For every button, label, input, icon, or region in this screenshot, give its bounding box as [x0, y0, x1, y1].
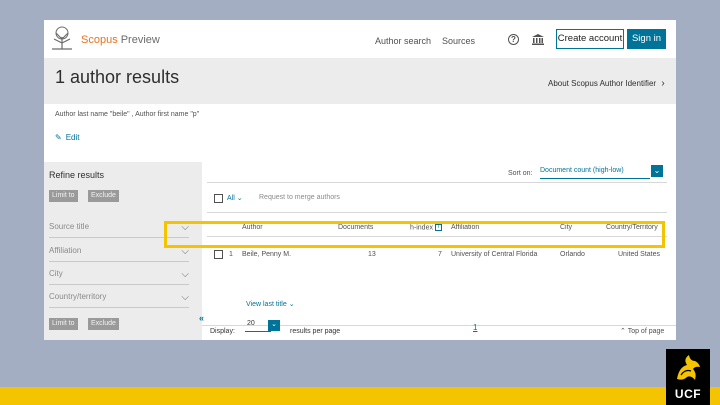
collapse-sidebar-icon[interactable]: «	[199, 313, 204, 323]
divider	[207, 212, 667, 213]
exclude-button-top[interactable]: Exclude	[88, 190, 119, 202]
slide-gold-bar	[0, 387, 720, 405]
edit-search-link[interactable]: ✎ Edit	[55, 133, 80, 142]
sort-dropdown-chevron-icon[interactable]: ⌄	[651, 165, 663, 177]
facet-label: Country/territory	[49, 292, 107, 301]
documents-count: 13	[368, 251, 376, 258]
city-value: Orlando	[560, 251, 585, 258]
edit-label: Edit	[65, 133, 80, 142]
about-link-label: About Scopus Author Identifier	[548, 79, 657, 88]
row-checkbox[interactable]	[214, 250, 223, 259]
h-index-value: 7	[438, 251, 442, 258]
scopus-brand[interactable]: Scopus Preview	[81, 34, 160, 46]
pegasus-icon	[677, 355, 700, 380]
chevron-down-icon: ⌄	[288, 301, 295, 308]
view-last-title-label: View last title	[246, 301, 287, 308]
pencil-icon: ✎	[55, 133, 62, 142]
select-all-dropdown[interactable]: All ⌄	[227, 194, 243, 202]
facet-country[interactable]: Country/territory ⌵	[49, 290, 189, 308]
facet-label: Affiliation	[49, 246, 82, 255]
sign-in-button[interactable]: Sign in	[627, 29, 666, 49]
select-all-checkbox[interactable]	[214, 194, 223, 203]
top-of-page-link[interactable]: ⌃ Top of page	[620, 327, 664, 335]
create-account-button[interactable]: Create account	[556, 29, 624, 49]
chevron-down-icon: ⌵	[181, 269, 189, 280]
request-merge-authors-link[interactable]: Request to merge authors	[259, 194, 340, 201]
author-name-link[interactable]: Beile, Penny M.	[242, 251, 291, 258]
sort-select[interactable]: Document count (high-low)	[540, 167, 650, 179]
results-panel: Sort on: Document count (high-low) ⌄ All…	[202, 162, 676, 340]
facet-city[interactable]: City ⌵	[49, 267, 189, 285]
display-label: Display:	[210, 328, 235, 335]
page-link-1[interactable]: 1	[473, 323, 477, 332]
about-author-identifier-link[interactable]: About Scopus Author Identifier ›	[548, 78, 665, 89]
limit-to-button-top[interactable]: Limit to	[49, 190, 78, 202]
exclude-button-bottom[interactable]: Exclude	[88, 318, 119, 330]
results-per-page-label: results per page	[290, 328, 341, 335]
institution-icon[interactable]	[532, 34, 544, 45]
facet-label: Source title	[49, 222, 90, 231]
scopus-screenshot: Scopus Preview Author search Sources ? Cr…	[44, 20, 676, 340]
chevron-down-icon: ⌵	[181, 292, 189, 303]
help-icon[interactable]: ?	[508, 34, 519, 45]
affiliation-value: University of Central Florida	[451, 251, 538, 258]
brand-suffix: Preview	[120, 34, 160, 46]
nav-author-search[interactable]: Author search	[375, 36, 431, 46]
chevron-right-icon: ›	[661, 78, 665, 89]
results-header: 1 author results About Scopus Author Ide…	[44, 58, 676, 104]
facet-label: City	[49, 269, 63, 278]
country-value: United States	[618, 251, 661, 258]
chevron-down-icon[interactable]: ⌄	[268, 320, 280, 331]
search-query: Author last name "beile" , Author first …	[55, 111, 200, 118]
brand-name: Scopus	[81, 34, 118, 46]
ucf-logo: UCF	[666, 349, 710, 405]
chevron-up-icon: ⌃	[620, 328, 626, 335]
all-label: All	[227, 195, 235, 202]
refine-sidebar: Refine results Limit to Exclude Source t…	[44, 162, 202, 340]
refine-title: Refine results	[49, 170, 105, 180]
view-last-title-link[interactable]: View last title ⌄	[246, 300, 295, 308]
elsevier-tree-icon	[48, 25, 76, 51]
divider	[207, 182, 667, 183]
page-title: 1 author results	[55, 67, 180, 87]
nav-sources[interactable]: Sources	[442, 36, 475, 46]
row-index: 1	[229, 251, 233, 258]
chevron-down-icon: ⌄	[236, 195, 243, 202]
top-navigation: Scopus Preview Author search Sources ? Cr…	[44, 20, 676, 58]
top-of-page-label: Top of page	[627, 328, 665, 335]
sort-label: Sort on:	[508, 170, 533, 177]
ucf-wordmark: UCF	[674, 387, 702, 401]
highlighted-result-row	[164, 221, 665, 248]
limit-to-button-bottom[interactable]: Limit to	[49, 318, 78, 330]
